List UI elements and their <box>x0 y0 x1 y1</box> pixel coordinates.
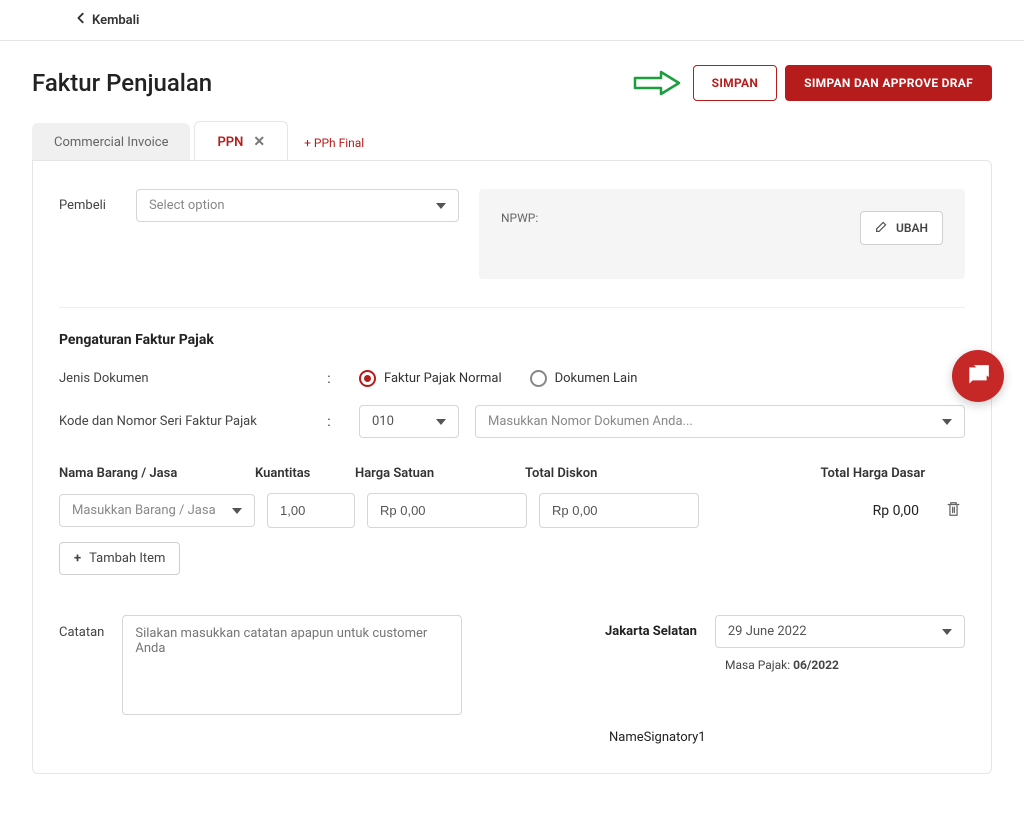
doc-type-label: Jenis Dokumen <box>59 371 319 386</box>
back-label: Kembali <box>92 13 139 28</box>
item-row: Masukkan Barang / Jasa Rp 0,00 <box>59 493 965 528</box>
green-arrow-icon <box>633 69 681 97</box>
chevron-down-icon <box>436 419 446 425</box>
item-qty-input[interactable] <box>267 493 355 528</box>
col-header-kuantitas: Kuantitas <box>255 466 355 481</box>
chevron-down-icon <box>232 508 242 514</box>
plus-icon: + <box>74 551 81 566</box>
item-discount-input[interactable] <box>539 493 699 528</box>
tab-add-pph[interactable]: + PPh Final <box>288 124 380 160</box>
chat-fab[interactable] <box>952 350 1004 402</box>
col-header-harga: Harga Satuan <box>355 466 525 481</box>
note-textarea[interactable] <box>122 615 462 715</box>
col-header-diskon: Total Diskon <box>525 466 695 481</box>
divider <box>59 307 965 308</box>
note-label: Catatan <box>59 615 104 745</box>
npwp-label: NPWP: <box>501 211 538 225</box>
radio-dokumen-lain[interactable]: Dokumen Lain <box>530 370 638 387</box>
tab-ppn[interactable]: PPN ✕ <box>194 121 288 160</box>
page-title: Faktur Penjualan <box>32 69 212 97</box>
add-item-button[interactable]: + Tambah Item <box>59 542 180 575</box>
buyer-select[interactable]: Select option <box>136 189 459 222</box>
tax-settings-title: Pengaturan Faktur Pajak <box>59 332 965 348</box>
save-approve-button[interactable]: SIMPAN DAN APPROVE DRAF <box>785 65 992 101</box>
col-header-total: Total Harga Dasar <box>695 466 965 481</box>
edit-icon <box>875 220 888 236</box>
item-total: Rp 0,00 <box>711 503 929 519</box>
col-header-nama: Nama Barang / Jasa <box>59 466 255 481</box>
back-link[interactable]: Kembali <box>76 12 1024 28</box>
item-price-input[interactable] <box>367 493 527 528</box>
date-select[interactable]: 29 June 2022 <box>715 615 965 648</box>
serial-code-select[interactable]: 010 <box>359 405 459 438</box>
tax-period: Masa Pajak: 06/2022 <box>725 658 965 672</box>
city-label: Jakarta Selatan <box>605 624 697 639</box>
buyer-label: Pembeli <box>59 198 106 213</box>
chevron-down-icon <box>436 203 446 209</box>
chevron-down-icon <box>942 419 952 425</box>
chevron-down-icon <box>942 629 952 635</box>
serial-label: Kode dan Nomor Seri Faktur Pajak <box>59 414 319 429</box>
radio-faktur-pajak-normal[interactable]: Faktur Pajak Normal <box>359 370 502 387</box>
save-button[interactable]: SIMPAN <box>693 65 778 101</box>
edit-npwp-button[interactable]: UBAH <box>860 211 943 245</box>
item-name-select[interactable]: Masukkan Barang / Jasa <box>59 494 255 527</box>
radio-dot-icon <box>359 370 376 387</box>
chat-icon <box>965 363 991 389</box>
delete-item-button[interactable] <box>941 501 965 521</box>
chevron-left-icon <box>76 12 86 28</box>
serial-number-select[interactable]: Masukkan Nomor Dokumen Anda... <box>475 405 965 438</box>
signatory-name: NameSignatory1 <box>609 730 965 745</box>
close-tab-icon[interactable]: ✕ <box>253 134 265 150</box>
trash-icon <box>946 501 961 517</box>
radio-dot-icon <box>530 370 547 387</box>
tab-commercial-invoice[interactable]: Commercial Invoice <box>32 123 190 160</box>
